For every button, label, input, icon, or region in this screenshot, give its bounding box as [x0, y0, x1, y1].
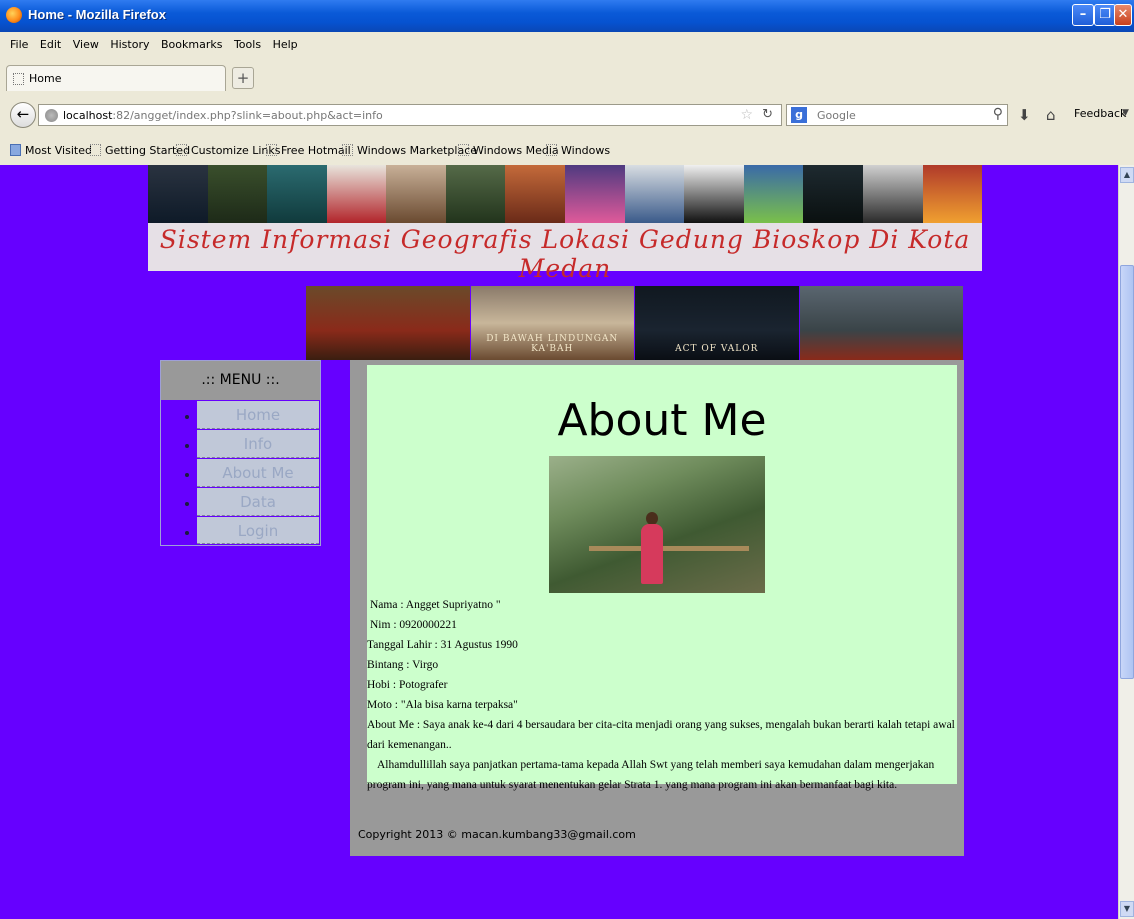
- bookmark-page-icon: [342, 144, 353, 156]
- profile-about-text: About Me : Saya anak ke-4 dari 4 bersaud…: [367, 719, 955, 751]
- maximize-button[interactable]: ❐: [1094, 4, 1116, 26]
- tab-home[interactable]: Home: [6, 65, 226, 91]
- minimize-button[interactable]: –: [1072, 4, 1094, 26]
- feedback-button[interactable]: Feedback: [1074, 107, 1126, 120]
- window-title-bar: Home - Mozilla Firefox – ❐ ✕: [0, 0, 1134, 32]
- close-button[interactable]: ✕: [1114, 4, 1132, 26]
- address-bar[interactable]: localhost:82/angget/index.php?slink=abou…: [38, 104, 782, 126]
- bookmark-windows[interactable]: Windows: [546, 144, 610, 157]
- featured-movies-strip: DI BAWAH LINDUNGAN KA'BAH ACT OF VALOR: [306, 286, 964, 360]
- profile-birthdate: Tanggal Lahir : 31 Agustus 1990: [367, 639, 518, 651]
- menu-item-home[interactable]: Home: [197, 401, 319, 429]
- about-me-section: About Me Nama : Angget Supriyatno " Nim …: [367, 365, 957, 791]
- search-input[interactable]: Google: [817, 109, 856, 122]
- bookmark-page-icon: [546, 144, 557, 156]
- menu-item-data[interactable]: Data: [197, 488, 319, 516]
- profile-details: Nama : Angget Supriyatno " Nim : 0920000…: [367, 595, 955, 795]
- bullet-icon: [185, 444, 189, 448]
- movie-poster-strip: [148, 165, 983, 223]
- window-title: Home - Mozilla Firefox: [28, 7, 166, 22]
- featured-poster: [799, 286, 963, 360]
- menu-heading: .:: MENU ::.: [161, 361, 320, 400]
- featured-poster: [306, 286, 470, 360]
- scroll-up-icon[interactable]: ▲: [1120, 167, 1134, 183]
- address-url: localhost:82/angget/index.php?slink=abou…: [63, 109, 383, 122]
- feedback-dropdown-icon[interactable]: ▼: [1122, 108, 1129, 118]
- profile-nim: Nim : 0920000221: [370, 619, 457, 631]
- menu-bookmarks[interactable]: Bookmarks: [161, 38, 222, 51]
- bullet-icon: [185, 415, 189, 419]
- search-icon[interactable]: ⚲: [993, 106, 1003, 122]
- bullet-icon: [185, 473, 189, 477]
- featured-poster: ACT OF VALOR: [635, 286, 799, 360]
- search-bar[interactable]: g Google ⚲: [786, 104, 1008, 126]
- bookmark-page-icon: [176, 144, 187, 156]
- bookmark-page-icon: [266, 144, 277, 156]
- profile-motto: Moto : "Ala bisa karna terpaksa": [367, 699, 518, 711]
- bookmark-free-hotmail[interactable]: Free Hotmail: [266, 144, 351, 157]
- profile-photo: [549, 456, 765, 593]
- bookmark-page-icon: [458, 144, 469, 156]
- menu-item-about-me[interactable]: About Me: [197, 459, 319, 487]
- new-tab-button[interactable]: +: [232, 67, 254, 89]
- footer-copyright: Copyright 2013 © macan.kumbang33@gmail.c…: [358, 828, 636, 841]
- site-identity-icon[interactable]: [45, 109, 58, 122]
- google-engine-icon[interactable]: g: [791, 107, 807, 123]
- home-icon[interactable]: ⌂: [1046, 106, 1056, 124]
- page-viewport: Sistem Informasi Geografis Lokasi Gedung…: [0, 165, 1118, 919]
- bookmark-star-icon[interactable]: ☆: [740, 107, 753, 123]
- bookmark-page-icon: [90, 144, 101, 156]
- tab-label: Home: [29, 72, 62, 85]
- profile-name: Nama : Angget Supriyatno ": [370, 599, 501, 611]
- page-favicon-icon: [13, 73, 24, 85]
- navigation-bar: ← localhost:82/angget/index.php?slink=ab…: [0, 96, 1134, 132]
- page-title: About Me: [557, 395, 767, 446]
- bookmarks-bar: Most Visited Getting Started Customize L…: [0, 140, 1134, 162]
- menu-help[interactable]: Help: [273, 38, 298, 51]
- menu-history[interactable]: History: [110, 38, 149, 51]
- side-menu: .:: MENU ::. Home Info About Me Data Log…: [160, 360, 321, 546]
- downloads-icon[interactable]: ⬇: [1018, 106, 1031, 124]
- scroll-down-icon[interactable]: ▼: [1120, 901, 1134, 917]
- profile-hobby: Hobi : Potografer: [367, 679, 448, 691]
- featured-poster: DI BAWAH LINDUNGAN KA'BAH: [470, 286, 634, 360]
- bullet-icon: [185, 502, 189, 506]
- back-button[interactable]: ←: [10, 102, 36, 128]
- scrollbar-thumb[interactable]: [1120, 265, 1134, 679]
- menu-item-login[interactable]: Login: [197, 517, 319, 544]
- menu-item-info[interactable]: Info: [197, 430, 319, 458]
- firefox-logo-icon: [6, 7, 22, 23]
- bookmark-most-visited[interactable]: Most Visited: [10, 144, 92, 157]
- menu-file[interactable]: File: [10, 38, 28, 51]
- site-banner: Sistem Informasi Geografis Lokasi Gedung…: [148, 165, 983, 283]
- site-title: Sistem Informasi Geografis Lokasi Gedung…: [159, 225, 971, 283]
- bullet-icon: [185, 531, 189, 535]
- bookmark-windows-media[interactable]: Windows Media: [458, 144, 559, 157]
- tab-strip: Home +: [0, 64, 1134, 92]
- profile-zodiac: Bintang : Virgo: [367, 659, 439, 671]
- menu-view[interactable]: View: [73, 38, 99, 51]
- profile-thanks-text: Alhamdullillah saya panjatkan pertama-ta…: [367, 759, 935, 791]
- vertical-scrollbar[interactable]: ▲ ▼: [1118, 165, 1134, 919]
- menu-edit[interactable]: Edit: [40, 38, 61, 51]
- most-visited-icon: [10, 144, 21, 156]
- bookmark-windows-marketplace[interactable]: Windows Marketplace: [342, 144, 477, 157]
- content-panel: About Me Nama : Angget Supriyatno " Nim …: [350, 360, 964, 856]
- menu-tools[interactable]: Tools: [234, 38, 261, 51]
- reload-icon[interactable]: ↻: [762, 107, 773, 122]
- menu-bar: File Edit View History Bookmarks Tools H…: [0, 38, 1134, 60]
- bookmark-customize-links[interactable]: Customize Links: [176, 144, 281, 157]
